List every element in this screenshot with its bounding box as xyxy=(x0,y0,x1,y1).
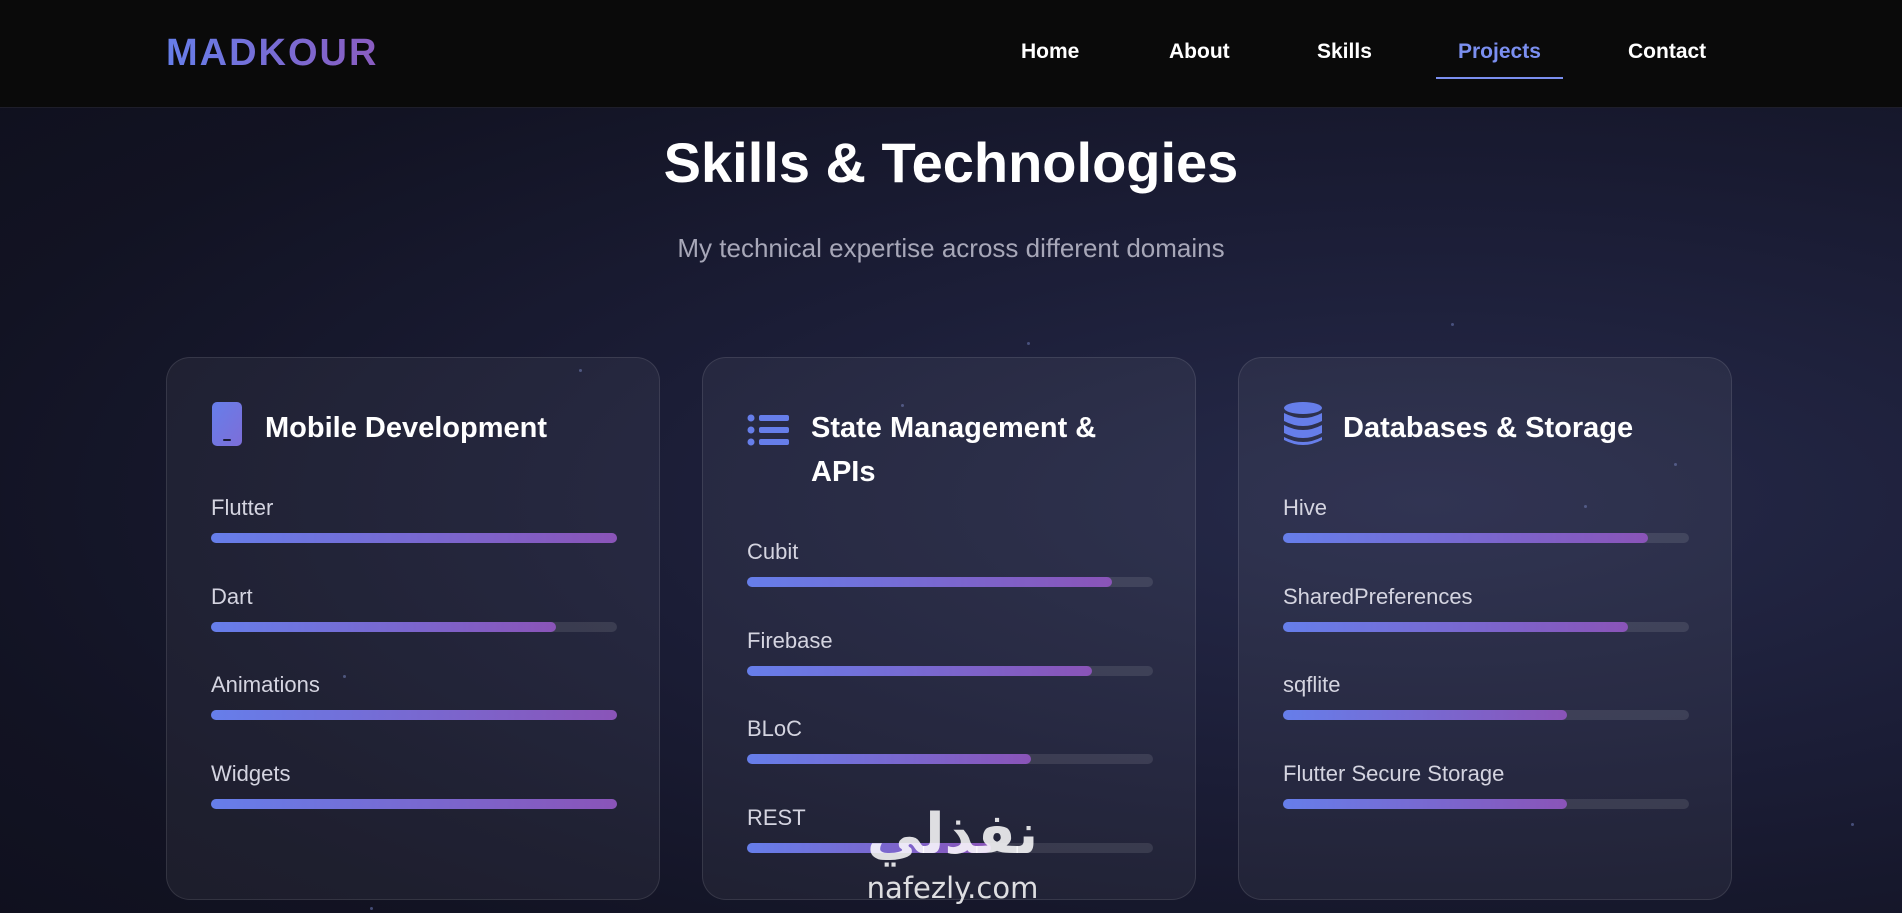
skill-name: Widgets xyxy=(211,761,291,786)
skill-progress-track xyxy=(1283,799,1689,809)
skill-name: BLoC xyxy=(747,716,803,741)
database-icon xyxy=(1284,402,1322,445)
skill-progress-track xyxy=(211,622,617,632)
skill-item: Flutter Secure Storage xyxy=(1283,761,1689,809)
skill-item: Animations xyxy=(211,672,617,720)
skill-progress-fill xyxy=(211,710,617,720)
skill-name: Dart xyxy=(211,584,253,609)
skill-item: Dart xyxy=(211,584,617,632)
mobile-phone-icon xyxy=(212,402,242,446)
watermark: نفذلي nafezly.com xyxy=(845,802,1060,906)
skill-progress-fill xyxy=(1283,799,1568,809)
skill-progress-fill xyxy=(747,666,1093,676)
particle-dot xyxy=(1851,823,1854,826)
watermark-arabic-text: نفذلي xyxy=(866,802,1039,867)
card-title: Databases & Storage xyxy=(1343,412,1634,444)
watermark-url: nafezly.com xyxy=(866,871,1039,905)
skill-item: Cubit xyxy=(747,539,1153,587)
skill-progress-fill xyxy=(211,799,617,809)
skill-card-mobile: Mobile Development Flutter Dart Animatio… xyxy=(166,357,660,900)
skill-item: SharedPreferences xyxy=(1283,584,1689,632)
section-subtitle: My technical expertise across different … xyxy=(677,233,1225,263)
skill-name: Cubit xyxy=(747,539,799,564)
particle-dot xyxy=(370,907,373,910)
skill-progress-track xyxy=(1283,622,1689,632)
skill-item: Hive xyxy=(1283,495,1689,543)
skill-progress-track xyxy=(747,577,1153,587)
skill-item: sqflite xyxy=(1283,672,1689,720)
skill-progress-track xyxy=(1283,710,1689,720)
nav-link-contact[interactable]: Contact xyxy=(1628,40,1706,64)
nav-link-about[interactable]: About xyxy=(1169,40,1230,64)
skill-name: Animations xyxy=(211,672,320,697)
skill-progress-track xyxy=(747,666,1153,676)
skill-progress-track xyxy=(211,799,617,809)
skill-progress-fill xyxy=(747,754,1032,764)
skill-name: Firebase xyxy=(747,628,833,653)
nav-link-skills[interactable]: Skills xyxy=(1317,40,1372,64)
nav-link-projects[interactable]: Projects xyxy=(1458,40,1541,64)
skill-name: SharedPreferences xyxy=(1283,584,1473,609)
skill-progress-fill xyxy=(1283,533,1649,543)
particle-dot xyxy=(1451,323,1454,326)
skill-item: Flutter xyxy=(211,495,617,543)
skill-progress-track xyxy=(211,533,617,543)
nav-links: Home About Skills Projects Contact xyxy=(0,40,1902,80)
skill-progress-fill xyxy=(1283,622,1629,632)
skill-progress-fill xyxy=(211,533,617,543)
skill-card-databases: Databases & Storage Hive SharedPreferenc… xyxy=(1238,357,1732,900)
section-title: Skills & Technologies xyxy=(663,131,1239,194)
skill-progress-track xyxy=(211,710,617,720)
nav-link-home[interactable]: Home xyxy=(1021,40,1079,64)
skill-progress-fill xyxy=(211,622,557,632)
skill-progress-fill xyxy=(1283,710,1568,720)
skill-name: sqflite xyxy=(1283,672,1341,697)
particle-dot xyxy=(1027,342,1030,345)
skill-item: Widgets xyxy=(211,761,617,809)
skill-progress-track xyxy=(1283,533,1689,543)
nav-active-underline xyxy=(1436,77,1563,79)
card-title: Mobile Development xyxy=(265,412,547,444)
skill-progress-fill xyxy=(747,577,1113,587)
skill-progress-track xyxy=(747,754,1153,764)
skill-name: Flutter xyxy=(211,495,274,520)
skill-name: Flutter Secure Storage xyxy=(1283,761,1505,786)
skill-item: BLoC xyxy=(747,716,1153,764)
navbar: MADKOUR Home About Skills Projects Conta… xyxy=(0,0,1902,108)
card-title: State Management & APIs xyxy=(811,412,1097,488)
list-icon xyxy=(747,414,789,446)
skill-item: Firebase xyxy=(747,628,1153,676)
skill-name: Hive xyxy=(1283,495,1328,520)
